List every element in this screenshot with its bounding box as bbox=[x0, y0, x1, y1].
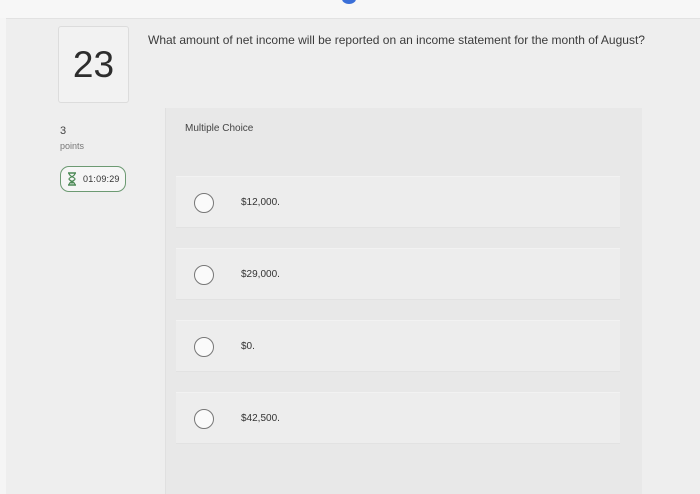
choice-header: Multiple Choice bbox=[185, 123, 254, 134]
question-text: What amount of net income will be report… bbox=[148, 33, 645, 47]
choice-option[interactable]: $12,000. bbox=[176, 176, 620, 228]
question-number: 23 bbox=[72, 43, 115, 85]
left-rail bbox=[0, 18, 6, 494]
timer-badge[interactable]: 01:09:29 bbox=[60, 166, 126, 192]
choice-option[interactable]: $0. bbox=[176, 320, 620, 372]
choice-option[interactable]: $42,500. bbox=[176, 392, 620, 444]
choice-option[interactable]: $29,000. bbox=[176, 248, 620, 300]
top-bar bbox=[0, 0, 700, 19]
quiz-page: 23 3 points 01:09:29 What amount of net … bbox=[0, 0, 700, 494]
radio-button-icon[interactable] bbox=[194, 409, 214, 429]
radio-button-icon[interactable] bbox=[194, 337, 214, 357]
points-label: points bbox=[60, 141, 85, 151]
choice-label: $29,000. bbox=[241, 269, 280, 280]
choice-label: $0. bbox=[241, 341, 255, 352]
question-number-card: 23 bbox=[58, 26, 129, 103]
top-indicator bbox=[342, 0, 356, 4]
choice-label: $42,500. bbox=[241, 413, 280, 424]
radio-button-icon[interactable] bbox=[194, 193, 214, 213]
radio-button-icon[interactable] bbox=[194, 265, 214, 285]
choice-label: $12,000. bbox=[241, 197, 280, 208]
timer-text: 01:09:29 bbox=[83, 174, 120, 184]
points-value: 3 bbox=[60, 125, 67, 137]
hourglass-icon bbox=[66, 172, 78, 186]
